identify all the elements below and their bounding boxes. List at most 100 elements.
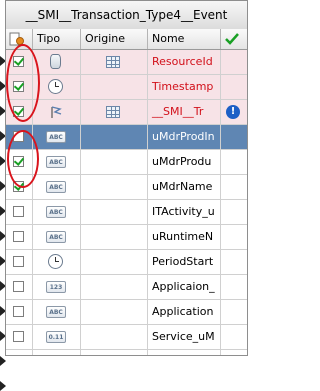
grid-icon — [106, 56, 120, 68]
select-cell — [6, 50, 33, 74]
field-name: PeriodStart — [148, 250, 221, 274]
row-checkbox[interactable] — [13, 306, 24, 317]
row-checkbox[interactable] — [13, 231, 24, 242]
status-cell — [221, 250, 247, 274]
number-icon: 0.11 — [46, 331, 66, 343]
type-cell — [33, 50, 81, 74]
field-name: __SMI__Tr — [148, 100, 221, 124]
database-icon — [50, 54, 61, 69]
type-cell: ABC — [33, 225, 81, 249]
select-cell — [6, 75, 33, 99]
field-name: Service_uM — [148, 325, 221, 349]
abc-icon: ABC — [46, 131, 66, 143]
select-cell — [6, 225, 33, 249]
origin-cell — [81, 125, 148, 149]
table-row[interactable]: ABC uMdrName — [6, 175, 247, 200]
column-header-origine[interactable]: Origine — [81, 29, 148, 49]
type-cell: 0.11 — [33, 350, 81, 355]
row-checkbox[interactable] — [13, 281, 24, 292]
origin-cell — [81, 350, 148, 355]
origin-cell — [81, 300, 148, 324]
info-icon[interactable]: ! — [226, 105, 240, 119]
abc-icon: ABC — [46, 206, 66, 218]
origin-cell — [81, 275, 148, 299]
select-cell — [6, 125, 33, 149]
status-cell — [221, 325, 247, 349]
row-checkbox[interactable] — [13, 331, 24, 342]
table-row[interactable]: ABC ITActivity_u — [6, 200, 247, 225]
type-cell — [33, 250, 81, 274]
status-cell — [221, 200, 247, 224]
clock-icon — [48, 79, 63, 94]
select-cell — [6, 250, 33, 274]
status-cell — [221, 125, 247, 149]
field-name: uMdrName — [148, 175, 221, 199]
field-name: Service_uAl — [148, 350, 221, 355]
select-cell — [6, 300, 33, 324]
column-header-select[interactable] — [6, 29, 33, 49]
abc-icon: ABC — [46, 231, 66, 243]
document-settings-icon — [9, 32, 24, 46]
table-row[interactable]: 0.11 Service_uM — [6, 325, 247, 350]
select-cell — [6, 150, 33, 174]
table-row[interactable]: ResourceId — [6, 50, 247, 75]
status-cell — [221, 175, 247, 199]
abc-icon: ABC — [46, 181, 66, 193]
type-cell — [33, 75, 81, 99]
origin-cell — [81, 50, 148, 74]
checkmark-icon — [225, 33, 239, 45]
select-cell — [6, 175, 33, 199]
type-cell: ABC — [33, 200, 81, 224]
abc-icon: ABC — [46, 306, 66, 318]
origin-cell — [81, 200, 148, 224]
table-row[interactable]: __SMI__Tr! — [6, 100, 247, 125]
row-checkbox[interactable] — [13, 181, 24, 192]
row-checkbox[interactable] — [13, 56, 24, 67]
row-checkbox[interactable] — [13, 206, 24, 217]
origin-cell — [81, 225, 148, 249]
table-row[interactable]: ABC uMdrProdu — [6, 150, 247, 175]
status-cell — [221, 50, 247, 74]
table-row[interactable]: 0.11 Service_uAl — [6, 350, 247, 355]
status-cell — [221, 225, 247, 249]
row-edge-marker — [0, 356, 6, 366]
table-row[interactable]: 123 Applicaion_ — [6, 275, 247, 300]
type-cell — [33, 100, 81, 124]
row-checkbox[interactable] — [13, 81, 24, 92]
table-row[interactable]: ABC uRuntimeN — [6, 225, 247, 250]
origin-cell — [81, 325, 148, 349]
row-checkbox[interactable] — [13, 106, 24, 117]
field-name: uMdrProdu — [148, 150, 221, 174]
status-cell — [221, 150, 247, 174]
column-header-tipo[interactable]: Tipo — [33, 29, 81, 49]
origin-cell — [81, 175, 148, 199]
field-list-panel: __SMI__Transaction_Type4__Event Tipo Ori… — [5, 0, 248, 356]
row-edge-marker — [0, 381, 6, 391]
row-checkbox[interactable] — [13, 131, 24, 142]
column-header-nome[interactable]: Nome — [148, 29, 221, 49]
origin-cell — [81, 150, 148, 174]
type-cell: ABC — [33, 300, 81, 324]
field-name: Timestamp — [148, 75, 221, 99]
type-cell: ABC — [33, 125, 81, 149]
table-row[interactable]: ABC Application — [6, 300, 247, 325]
table-row[interactable]: ABC uMdrProdIn — [6, 125, 247, 150]
status-cell — [221, 75, 247, 99]
status-cell: ! — [221, 100, 247, 124]
select-cell — [6, 200, 33, 224]
origin-cell — [81, 75, 148, 99]
type-cell: 0.11 — [33, 325, 81, 349]
column-header-status[interactable] — [221, 29, 247, 49]
table-row[interactable]: Timestamp — [6, 75, 247, 100]
status-cell — [221, 350, 247, 355]
type-cell: ABC — [33, 175, 81, 199]
select-cell — [6, 100, 33, 124]
abc-icon: ABC — [46, 156, 66, 168]
field-name: ITActivity_u — [148, 200, 221, 224]
select-cell — [6, 325, 33, 349]
row-checkbox[interactable] — [13, 256, 24, 267]
table-row[interactable]: PeriodStart — [6, 250, 247, 275]
field-name: ResourceId — [148, 50, 221, 74]
field-name: Application — [148, 300, 221, 324]
row-checkbox[interactable] — [13, 156, 24, 167]
